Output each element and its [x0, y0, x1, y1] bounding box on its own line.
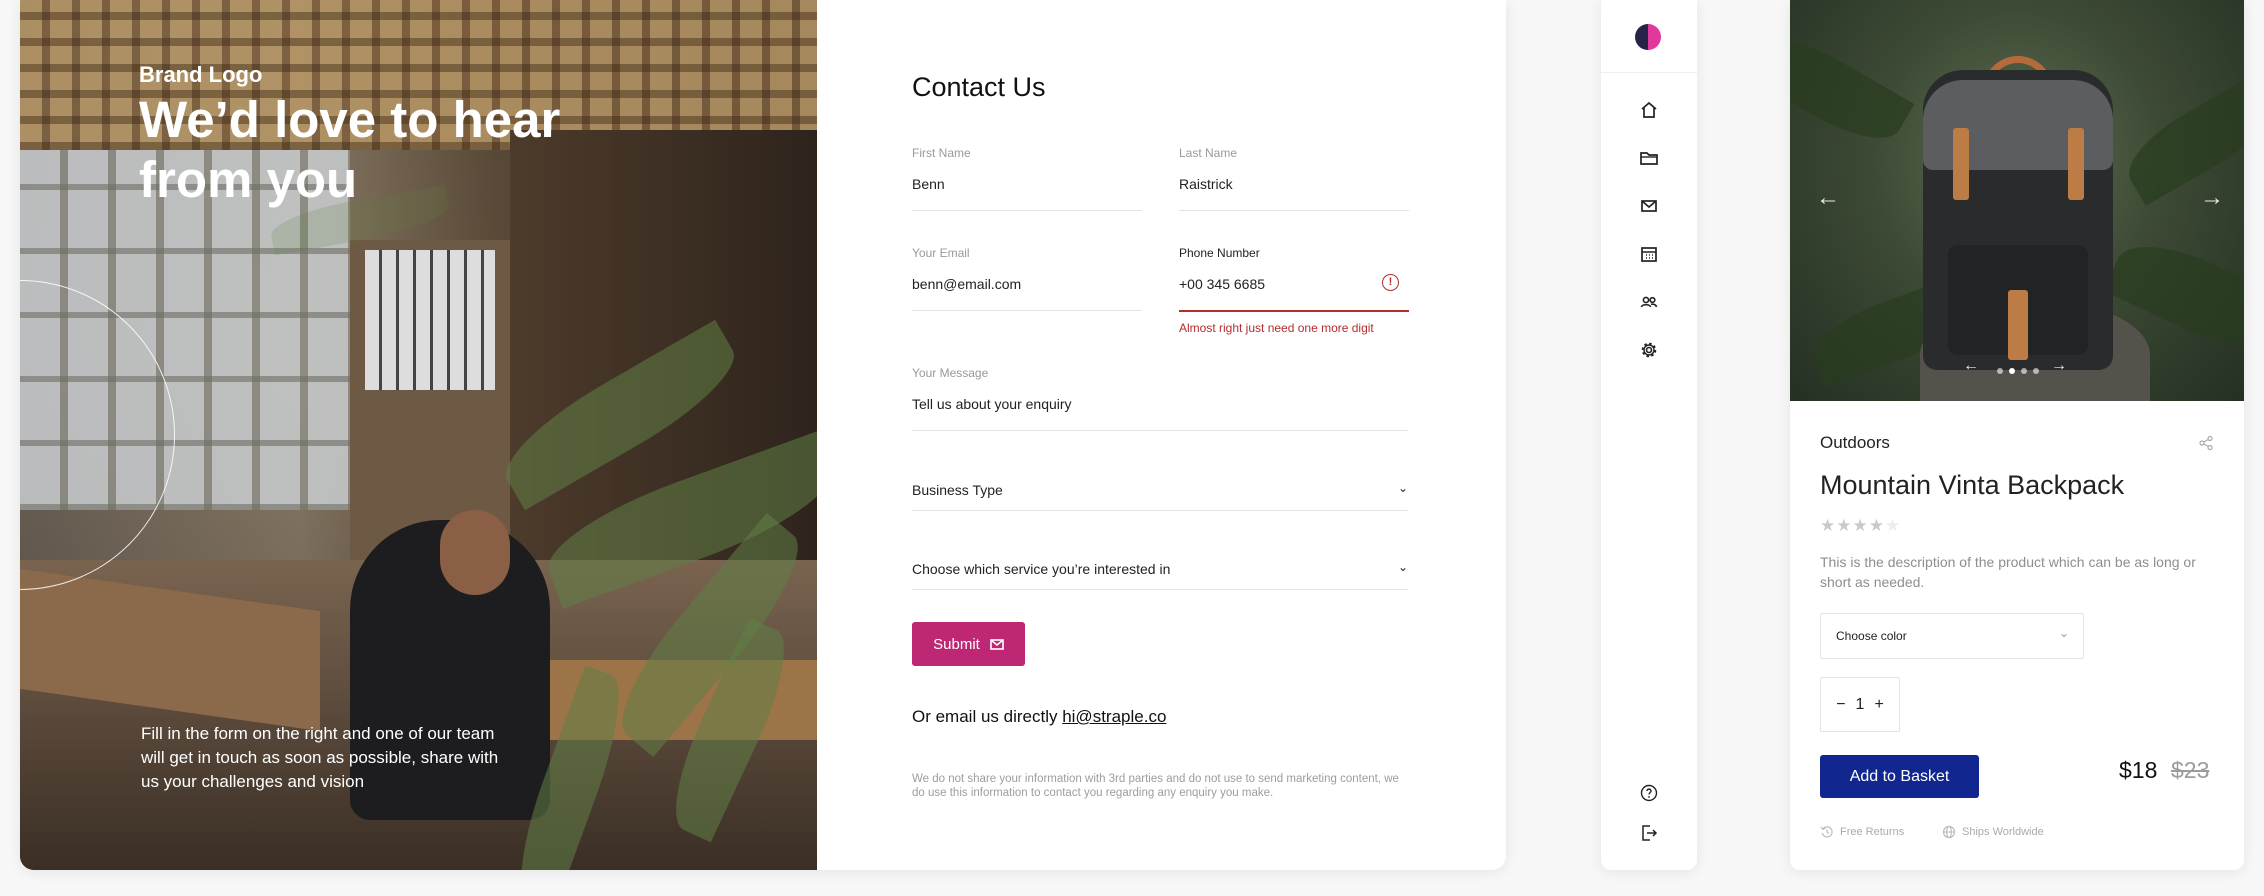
email-link[interactable]: hi@straple.co: [1062, 707, 1166, 726]
last-name-value[interactable]: Raistrick: [1179, 176, 1233, 192]
product-card: ← → ← → Outdoors Mountain Vinta Backpack…: [1790, 0, 2244, 870]
chevron-down-icon: ⌄: [2058, 626, 2069, 640]
add-to-basket-button[interactable]: Add to Basket: [1820, 755, 1979, 798]
phone-underline: [1179, 310, 1409, 312]
star-icon: ★: [1836, 516, 1853, 535]
email-label: Your Email: [912, 246, 970, 260]
background-leaf: [1790, 24, 1915, 156]
arrow-right-icon[interactable]: →: [2200, 184, 2224, 212]
perk-label: Free Returns: [1840, 826, 1905, 838]
chevron-down-icon: ⌄: [1397, 560, 1408, 574]
business-type-select[interactable]: Business Type ⌄: [912, 481, 1408, 511]
email-us-prefix: Or email us directly: [912, 707, 1063, 726]
home-icon[interactable]: [1639, 100, 1659, 120]
returns-icon: [1820, 826, 1833, 838]
logout-icon[interactable]: [1639, 823, 1659, 843]
price: $18: [2119, 757, 2158, 783]
backpack-strap: [2008, 290, 2028, 360]
quantity-value[interactable]: 1: [1856, 696, 1865, 714]
star-icon: ★: [1868, 516, 1885, 535]
mail-icon: [990, 638, 1004, 650]
help-icon[interactable]: [1639, 783, 1659, 803]
quantity-stepper: − 1 +: [1820, 677, 1900, 732]
email-underline: [912, 310, 1142, 311]
contact-card: Brand Logo We’d love to hear from you Fi…: [20, 0, 1506, 870]
submit-button[interactable]: Submit: [912, 622, 1025, 666]
perk-ships-worldwide: Ships Worldwide: [1942, 825, 2044, 839]
message-underline: [912, 430, 1408, 431]
service-value: Choose which service you’re interested i…: [912, 561, 1171, 577]
business-type-value: Business Type: [912, 482, 1003, 498]
last-name-field[interactable]: Last Name Raistrick: [1179, 146, 1409, 211]
carousel-dot[interactable]: [2021, 368, 2027, 374]
first-name-field[interactable]: First Name Benn: [912, 146, 1142, 211]
share-icon[interactable]: [2198, 435, 2214, 451]
star-empty-icon: ★: [1885, 516, 1902, 535]
folder-icon[interactable]: [1639, 148, 1659, 168]
service-underline: [912, 589, 1408, 590]
message-label: Your Message: [912, 366, 989, 380]
users-icon[interactable]: [1639, 292, 1659, 312]
hero-image: Brand Logo We’d love to hear from you Fi…: [20, 0, 817, 870]
nav-divider: [1601, 72, 1697, 73]
nav-sidebar: [1601, 0, 1697, 870]
app-logo[interactable]: [1635, 24, 1661, 50]
carousel-prev-icon[interactable]: ←: [1963, 357, 1979, 375]
contact-form: Contact Us First Name Benn Last Name Rai…: [817, 0, 1506, 870]
product-name: Mountain Vinta Backpack: [1820, 470, 2125, 500]
product-category: Outdoors: [1820, 433, 1890, 452]
old-price: $23: [2171, 757, 2210, 783]
decrement-button[interactable]: −: [1836, 696, 1845, 714]
color-select-value: Choose color: [1836, 629, 1907, 643]
mail-icon[interactable]: [1639, 196, 1659, 216]
star-icon: ★: [1852, 516, 1869, 535]
first-name-label: First Name: [912, 146, 971, 160]
carousel-next-icon[interactable]: →: [2051, 357, 2067, 375]
last-name-underline: [1179, 210, 1409, 211]
backpack-strap: [1953, 128, 1969, 200]
arrow-left-icon[interactable]: ←: [1816, 184, 1840, 212]
message-value[interactable]: Tell us about your enquiry: [912, 396, 1072, 412]
star-icon: ★: [1820, 516, 1837, 535]
hero-title: We’d love to hear from you: [139, 91, 561, 208]
hero-copy: Fill in the form on the right and one of…: [141, 724, 499, 791]
phone-label: Phone Number: [1179, 246, 1260, 260]
first-name-value[interactable]: Benn: [912, 176, 945, 192]
carousel-dot[interactable]: [2033, 368, 2039, 374]
service-select[interactable]: Choose which service you’re interested i…: [912, 560, 1408, 590]
message-field[interactable]: Your Message Tell us about your enquiry: [912, 366, 1408, 431]
brand-logo: Brand Logo: [139, 62, 263, 87]
business-type-underline: [912, 510, 1408, 511]
backpack-strap: [2068, 128, 2084, 200]
settings-icon[interactable]: [1639, 340, 1659, 360]
carousel-dot[interactable]: [1997, 368, 2003, 374]
email-us-line: Or email us directly hi@straple.co: [912, 707, 1166, 727]
increment-button[interactable]: +: [1874, 696, 1883, 714]
phone-error-message: Almost right just need one more digit: [1179, 321, 1374, 335]
product-image: ← → ← →: [1790, 0, 2244, 401]
phone-value[interactable]: +00 345 6685: [1179, 276, 1265, 292]
error-icon: !: [1382, 274, 1399, 291]
last-name-label: Last Name: [1179, 146, 1238, 160]
email-value[interactable]: benn@email.com: [912, 276, 1021, 292]
perk-label: Ships Worldwide: [1962, 826, 2044, 838]
calendar-icon[interactable]: [1639, 244, 1659, 264]
form-title: Contact Us: [912, 72, 1046, 102]
chevron-down-icon: ⌄: [1397, 481, 1408, 495]
carousel-dot-active[interactable]: [2009, 368, 2015, 374]
submit-label: Submit: [933, 635, 980, 653]
color-select[interactable]: Choose color ⌄: [1820, 613, 2084, 659]
hero-door-window: [365, 250, 495, 390]
background-leaf: [2115, 74, 2244, 206]
hero-person-head: [440, 510, 510, 595]
globe-icon: [1942, 825, 1956, 839]
email-field[interactable]: Your Email benn@email.com: [912, 246, 1142, 311]
product-description: This is the description of the product w…: [1820, 554, 2196, 590]
rating-stars: ★★★★★: [1820, 516, 1901, 536]
backpack-flap: [1923, 80, 2113, 170]
privacy-disclaimer: We do not share your information with 3r…: [912, 773, 1399, 799]
first-name-underline: [912, 210, 1142, 211]
phone-field[interactable]: Phone Number +00 345 6685 ! Almost right…: [1179, 246, 1409, 335]
perk-free-returns: Free Returns: [1820, 825, 1904, 839]
